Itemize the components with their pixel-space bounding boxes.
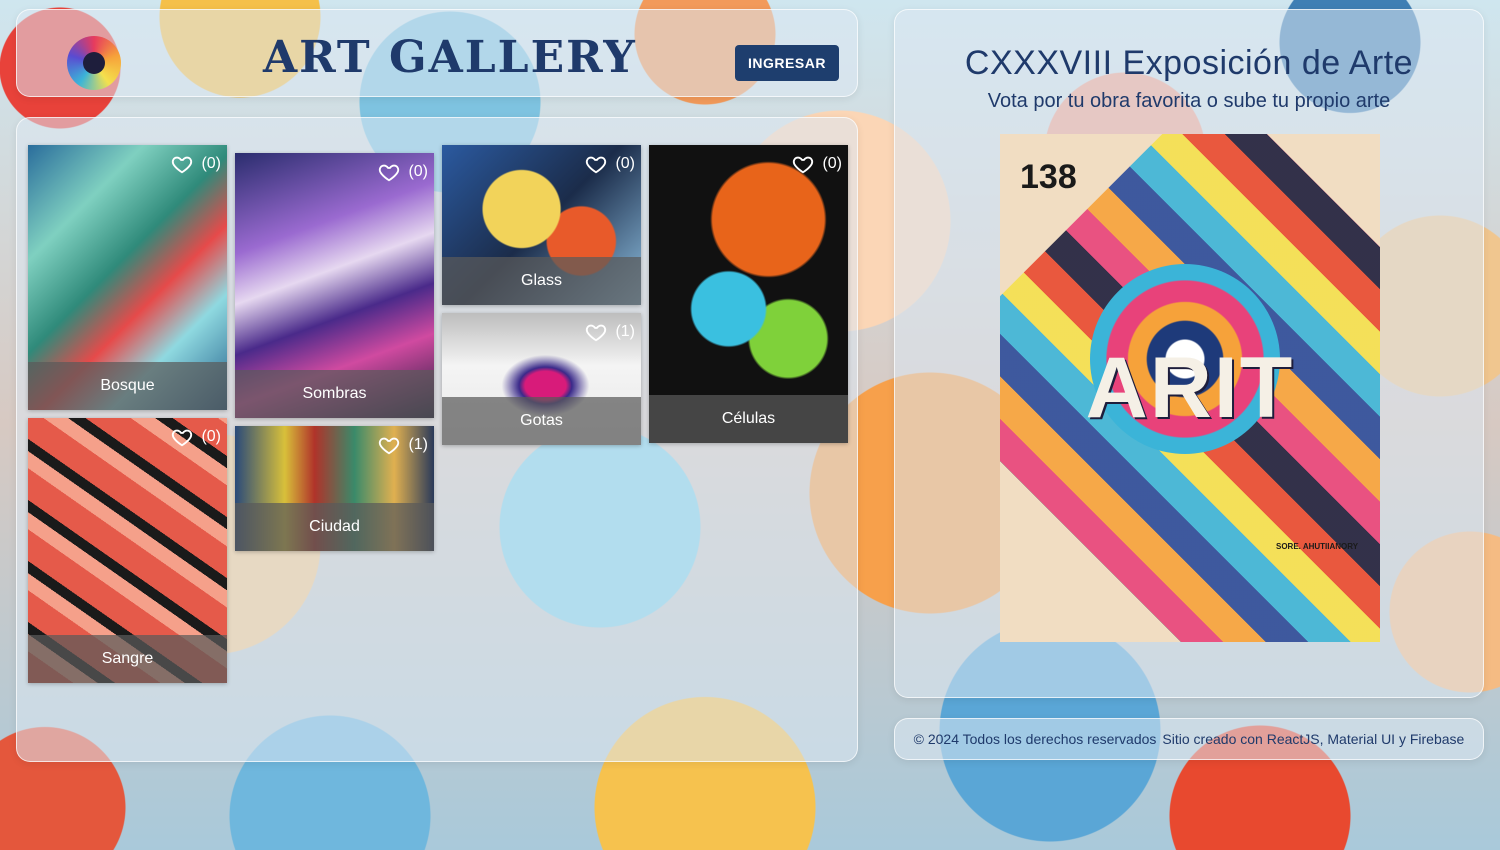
like-count: (0) (201, 155, 221, 172)
favorite-control[interactable]: (0) (792, 153, 842, 175)
like-count: (0) (408, 163, 428, 180)
artwork-card-celulas[interactable]: (0) Células (649, 145, 848, 443)
like-count: (0) (201, 428, 221, 445)
heart-outline-icon[interactable] (378, 434, 400, 456)
artwork-title: Bosque (28, 362, 227, 410)
heart-outline-icon[interactable] (585, 153, 607, 175)
favorite-control[interactable]: (0) (585, 153, 635, 175)
exhibition-poster: 138 ARIT SORE. AHUTIIANORY (1000, 134, 1380, 642)
poster-number: 138 (1020, 158, 1077, 196)
artwork-title: Gotas (442, 397, 641, 445)
credits-text: Sitio creado con ReactJS, Material UI y … (1162, 731, 1465, 747)
header-bar: ART GALLERY INGRESAR (16, 9, 858, 97)
artwork-card-sombras[interactable]: (0) Sombras (235, 153, 434, 418)
artwork-title: Sangre (28, 635, 227, 683)
favorite-control[interactable]: (1) (585, 321, 635, 343)
login-button[interactable]: INGRESAR (735, 45, 839, 81)
site-title: ART GALLERY (263, 32, 637, 83)
site-logo[interactable] (67, 36, 121, 90)
like-count: (0) (822, 155, 842, 172)
heart-outline-icon[interactable] (171, 426, 193, 448)
heart-outline-icon[interactable] (792, 153, 814, 175)
footer-bar: © 2024 Todos los derechos reservados Sit… (894, 718, 1484, 760)
artwork-title: Glass (442, 257, 641, 305)
like-count: (1) (615, 323, 635, 340)
exhibition-title: CXXXVIII Exposición de Arte (964, 44, 1414, 82)
heart-outline-icon[interactable] (585, 321, 607, 343)
gallery-panel: (0) Bosque (0) Sombras (0) Glass (0) Cél… (16, 117, 858, 762)
artwork-title: Sombras (235, 370, 434, 418)
favorite-control[interactable]: (0) (378, 161, 428, 183)
favorite-control[interactable]: (1) (378, 434, 428, 456)
exhibition-subtitle: Vota por tu obra favorita o sube tu prop… (987, 90, 1391, 112)
artwork-title: Ciudad (235, 503, 434, 551)
exhibition-panel: CXXXVIII Exposición de Arte Vota por tu … (894, 9, 1484, 698)
artwork-card-glass[interactable]: (0) Glass (442, 145, 641, 305)
heart-outline-icon[interactable] (171, 153, 193, 175)
artwork-card-ciudad[interactable]: (1) Ciudad (235, 426, 434, 551)
artwork-title: Células (649, 395, 848, 443)
poster-footer-text: SORE. AHUTIIANORY (1276, 542, 1359, 551)
artwork-card-bosque[interactable]: (0) Bosque (28, 145, 227, 410)
artwork-card-gotas[interactable]: (1) Gotas (442, 313, 641, 445)
favorite-control[interactable]: (0) (171, 153, 221, 175)
poster-word: ARIT (1085, 340, 1295, 436)
heart-outline-icon[interactable] (378, 161, 400, 183)
artwork-card-sangre[interactable]: (0) Sangre (28, 418, 227, 683)
like-count: (1) (408, 436, 428, 453)
like-count: (0) (615, 155, 635, 172)
copyright-text: © 2024 Todos los derechos reservados (913, 731, 1157, 747)
favorite-control[interactable]: (0) (171, 426, 221, 448)
